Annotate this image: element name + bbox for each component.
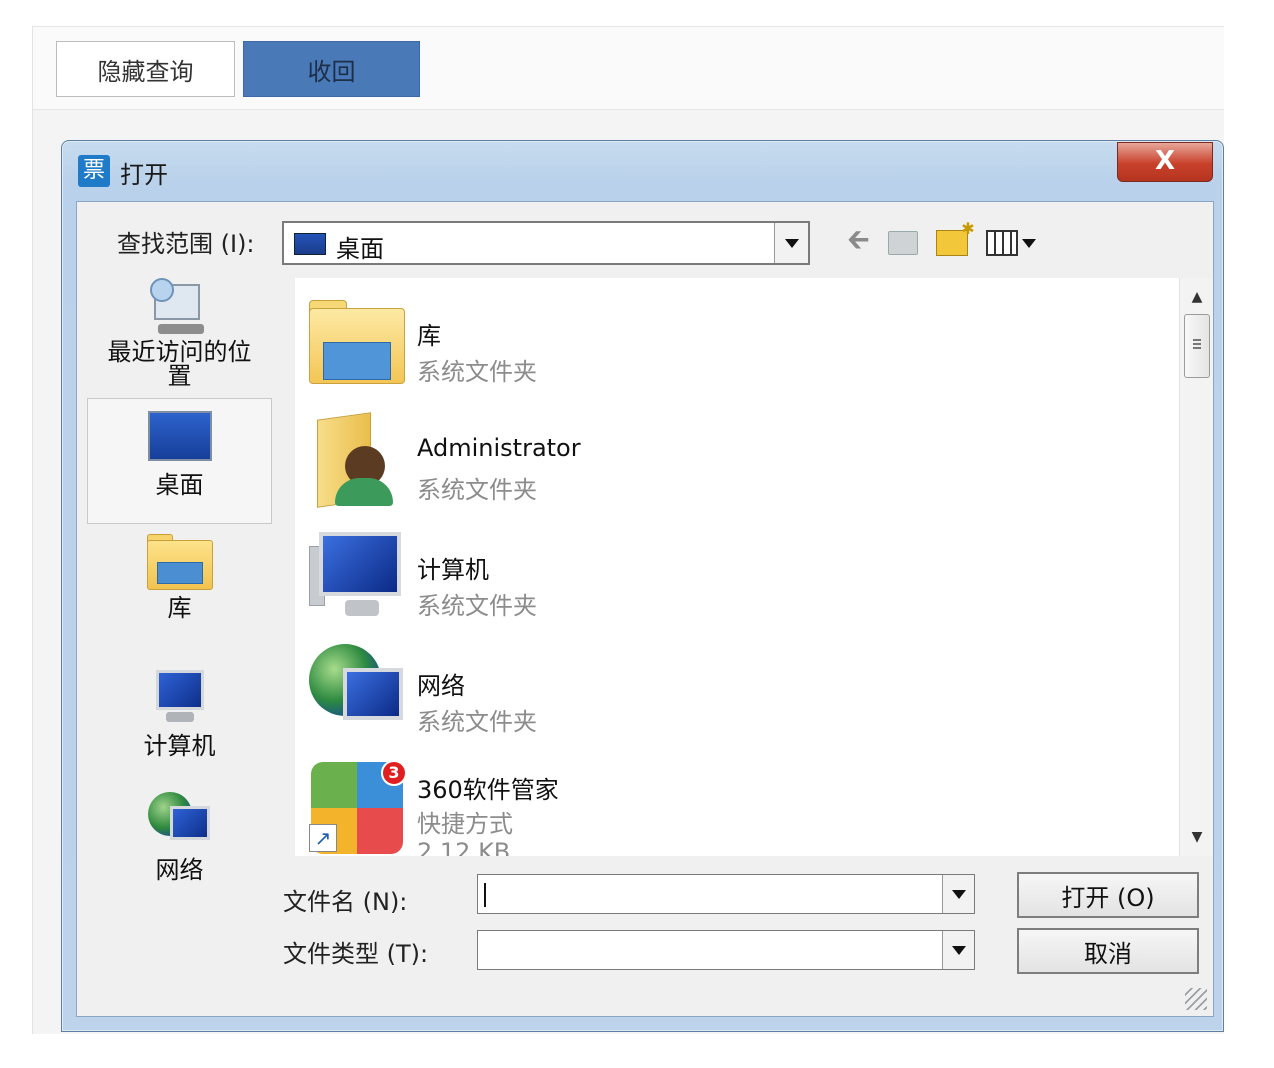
item-size: 2.12 KB [417,838,511,856]
place-recent[interactable]: 最近访问的位置 [87,278,272,394]
close-button[interactable]: X [1117,142,1213,182]
list-item[interactable]: 网络 系统文件夹 [305,636,1165,746]
place-label: 库 [167,594,192,622]
computer-icon [148,670,212,726]
item-type: 系统文件夹 [417,592,537,620]
filetype-dropdown-button[interactable] [942,931,974,969]
item-type: 系统文件夹 [417,358,537,386]
chevron-down-icon [784,238,799,248]
place-label: 网络 [155,856,204,884]
filetype-label: 文件类型 (T): [283,940,429,968]
scroll-thumb[interactable] [1184,314,1210,378]
item-name: 网络 [417,672,465,700]
item-name: 库 [417,322,441,350]
scroll-up-icon[interactable]: ▲ [1180,282,1214,312]
open-button[interactable]: 打开 (O) [1017,872,1199,918]
navigation-toolbar: 🡰 [847,219,1036,260]
notification-badge: 3 [381,760,407,786]
file-list-content: 库 系统文件夹 Administrator 系统文件夹 计算机 系统文件夹 网络… [295,278,1179,856]
filename-label: 文件名 (N): [283,888,408,916]
places-bar: 最近访问的位置 桌面 库 计算机 网络 [87,278,272,888]
desktop-icon [147,411,212,461]
look-in-value: 桌面 [336,235,384,263]
app-icon: 票 [78,155,110,187]
library-icon [146,534,213,590]
dialog-client: 查找范围 (I): 桌面 🡰 最近访问的位置 桌面 [76,201,1214,1017]
place-computer[interactable]: 计算机 [87,670,272,780]
chevron-down-icon [951,889,966,899]
filename-input[interactable] [482,879,932,909]
network-icon [309,644,405,736]
filename-combo[interactable] [477,874,975,914]
filetype-input[interactable] [482,935,932,965]
scroll-down-icon[interactable]: ▼ [1180,822,1214,852]
close-icon: X [1154,146,1176,176]
library-folder-icon [309,294,405,386]
recent-places-icon [149,278,210,340]
look-in-combo[interactable]: 桌面 [282,221,810,265]
item-name: Administrator [417,434,581,462]
user-folder-icon [309,412,405,508]
list-item[interactable]: 3 ↗ 360软件管家 快捷方式 2.12 KB [305,752,1165,856]
view-menu-icon [985,230,1018,256]
chevron-down-icon [1021,238,1036,248]
place-label: 计算机 [143,732,216,760]
item-name: 计算机 [417,556,489,584]
network-icon [147,792,212,850]
filetype-combo[interactable] [477,930,975,970]
look-in-dropdown-button[interactable] [774,223,808,263]
view-menu-button[interactable] [985,230,1036,256]
shortcut-arrow-icon: ↗ [309,824,337,852]
file-list: 库 系统文件夹 Administrator 系统文件夹 计算机 系统文件夹 网络… [295,278,1213,856]
hide-query-button[interactable]: 隐藏查询 [56,41,235,97]
item-name: 360软件管家 [417,776,559,804]
computer-icon [309,528,405,620]
resize-grip-icon[interactable] [1185,988,1207,1010]
item-type: 系统文件夹 [417,708,537,736]
place-network[interactable]: 网络 [87,792,272,902]
place-label: 桌面 [155,471,204,499]
up-folder-icon[interactable] [887,231,918,255]
filename-dropdown-button[interactable] [942,875,974,913]
place-label: 最近访问的位置 [107,338,252,390]
360-software-manager-icon: 3 ↗ [309,760,407,854]
item-type: 快捷方式 [417,810,513,838]
place-library[interactable]: 库 [87,534,272,644]
item-type: 系统文件夹 [417,476,537,504]
look-in-label: 查找范围 (I): [117,230,255,258]
list-item[interactable]: 计算机 系统文件夹 [305,520,1165,630]
list-item[interactable]: 库 系统文件夹 [305,286,1165,396]
desktop-icon [294,233,326,255]
list-item[interactable]: Administrator 系统文件夹 [305,404,1165,514]
new-folder-icon[interactable] [935,219,975,256]
collapse-button[interactable]: 收回 [243,41,420,97]
app-toolbar: 隐藏查询 收回 [33,26,1224,110]
vertical-scrollbar[interactable]: ▲ ▼ [1179,278,1213,856]
dialog-titlebar[interactable]: 票 打开 X [62,141,1223,201]
place-desktop[interactable]: 桌面 [87,398,272,524]
dialog-title: 打开 [120,161,168,189]
cancel-button[interactable]: 取消 [1017,928,1199,974]
chevron-down-icon [951,945,966,955]
open-file-dialog: 票 打开 X 查找范围 (I): 桌面 🡰 最近访问的位置 [61,140,1224,1032]
back-arrow-icon[interactable]: 🡰 [847,219,870,267]
